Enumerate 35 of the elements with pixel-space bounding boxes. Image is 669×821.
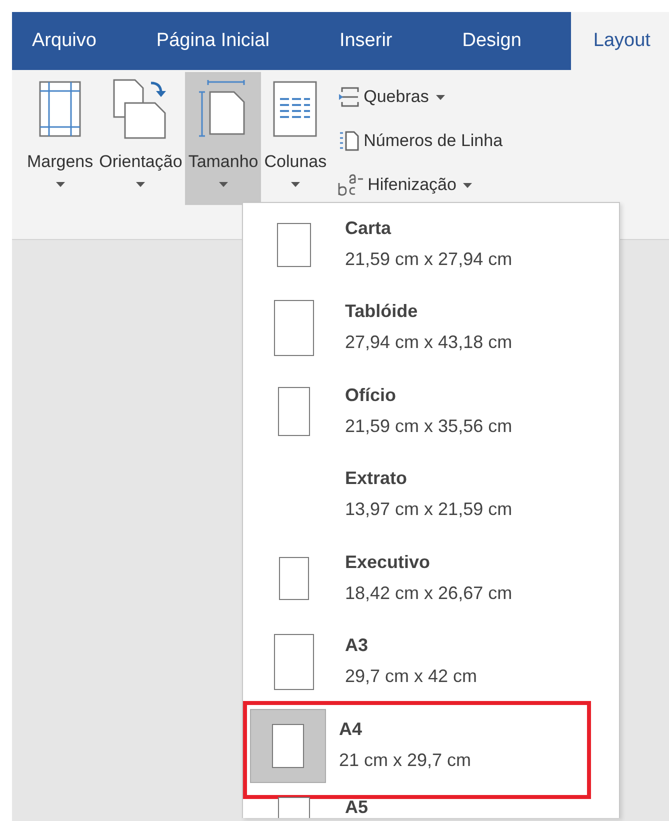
ribbon-tab[interactable]: Design	[442, 12, 542, 70]
margins-button[interactable]: Margens	[24, 72, 96, 205]
ribbon-tab[interactable]: Arquivo	[12, 12, 116, 70]
size-dimensions: 21,59 cm x 27,94 cm	[345, 248, 512, 270]
size-button[interactable]: Tamanho	[185, 72, 262, 205]
orientation-button[interactable]: Orientação	[96, 72, 186, 205]
size-dimensions: 21,59 cm x 35,56 cm	[345, 416, 512, 437]
size-dimensions: 21 cm x 29,7 cm	[339, 750, 472, 771]
ribbon-tab[interactable]: Layout	[571, 12, 669, 70]
size-name: Tablóide	[345, 301, 419, 322]
paper-size-item[interactable]: Tablóide 27,94 cm x 43,18 cm	[243, 286, 619, 370]
paper-size-item[interactable]: Executivo 18,42 cm x 26,67 cm	[243, 537, 619, 620]
size-dimensions: 29,7 cm x 42 cm	[345, 666, 478, 688]
paper-size-item[interactable]: A5	[243, 788, 619, 818]
ribbon-tab[interactable]: Inserir	[319, 12, 412, 70]
size-name: Executivo	[345, 552, 432, 573]
size-dimensions: 18,42 cm x 26,67 cm	[345, 582, 512, 604]
size-name: Extrato	[345, 468, 408, 490]
paper-size-item[interactable]: A4 21 cm x 29,7 cm	[243, 704, 619, 788]
paper-size-item[interactable]: Extrato 13,97 cm x 21,59 cm	[243, 454, 619, 537]
paper-size-item[interactable]: Carta 21,59 cm x 27,94 cm	[243, 203, 619, 286]
paper-size-item[interactable]: Ofício 21,59 cm x 35,56 cm	[243, 370, 619, 454]
size-name: A5	[345, 796, 368, 818]
size-dimensions: 27,94 cm x 43,18 cm	[345, 332, 512, 354]
size-name: Carta	[345, 218, 392, 239]
hyphenation-button[interactable]: Hifenização	[338, 170, 503, 200]
size-name: A4	[339, 718, 364, 740]
size-name: Ofício	[345, 384, 398, 406]
line-numbers-button[interactable]: Números de Linha	[338, 126, 503, 156]
size-dimensions: 13,97 cm x 21,59 cm	[345, 499, 512, 520]
size-name: A3	[345, 635, 370, 656]
breaks-button[interactable]: Quebras	[338, 82, 503, 112]
columns-button[interactable]: Colunas	[261, 72, 330, 205]
ribbon-tab[interactable]: Página Inicial	[136, 12, 290, 70]
paper-size-item[interactable]: A3 29,7 cm x 42 cm	[243, 620, 619, 704]
